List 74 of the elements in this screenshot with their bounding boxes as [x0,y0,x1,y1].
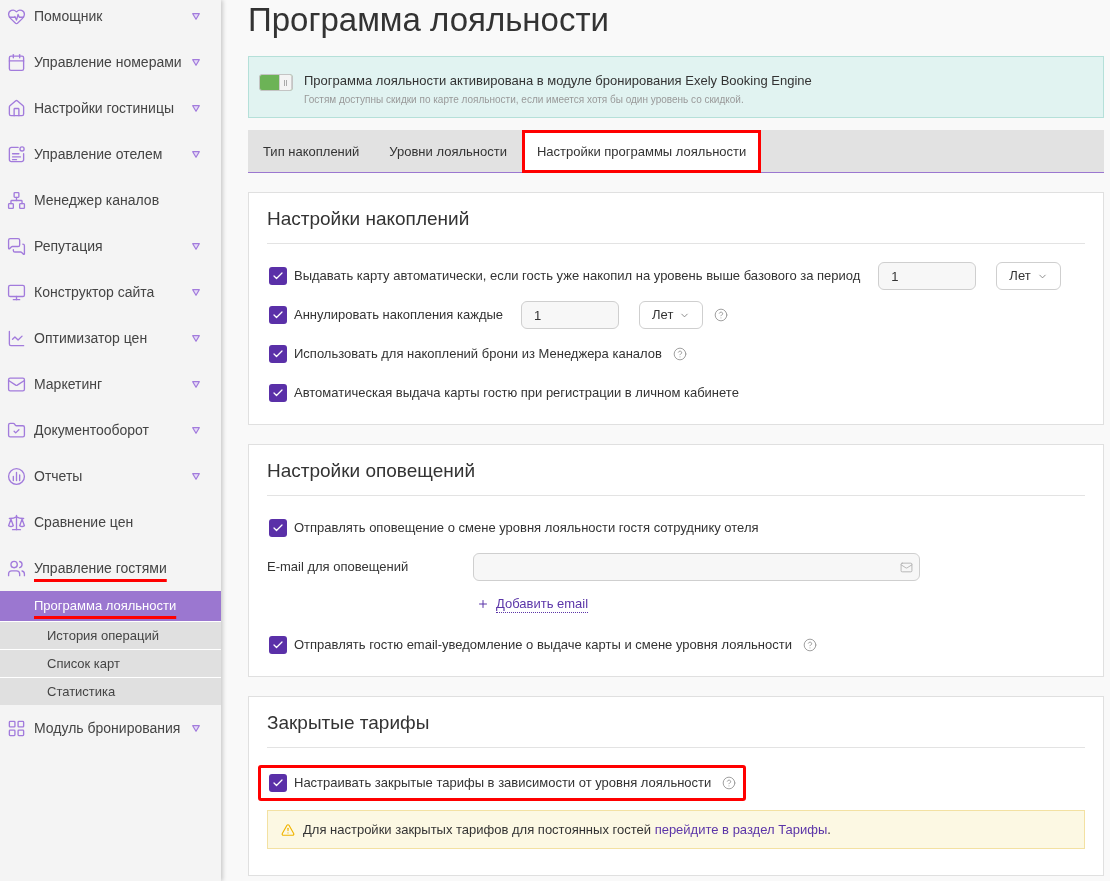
grid-icon [7,718,26,738]
banner-title: Программа лояльности активирована в модуле бронирования Exely Booking Engine [304,72,812,90]
sidebar-item[interactable]: Управление отелем [0,131,221,177]
sidebar-item[interactable]: Помощник [0,0,221,39]
tab[interactable]: Уровни лояльности [374,130,522,173]
sidebar-item[interactable]: Оптимизатор цен [0,315,221,361]
sidebar-item[interactable]: Репутация [0,223,221,269]
checkbox[interactable] [269,306,287,324]
email-field[interactable] [473,553,920,581]
check-icon [272,522,284,534]
sidebar-subitem[interactable]: Статистика [0,677,221,705]
clipboard-icon [7,144,26,164]
check-icon [272,639,284,651]
checkbox-label: Настраивать закрытые тарифы в зависимости от уровня лояльности [294,774,712,793]
warning-icon [281,822,295,837]
sitemap-icon [7,190,26,210]
checkbox[interactable] [269,267,287,285]
checkbox-label: Выдавать карту автоматически, если гость уже накопил на уровень выше базового за период [294,267,861,286]
checkbox[interactable] [269,636,287,654]
sidebar-item[interactable]: Модуль бронирования [0,705,221,751]
bar-chart-circle-icon [7,466,26,486]
checkbox-label: Отправлять оповещение о смене уровня лояльности гостя сотруднику отеля [294,519,759,538]
warning-text: Для настройки закрытых тарифов для постоянных гостей перейдите в раздел Тарифы. [303,820,831,839]
sidebar-subitem[interactable]: Список карт [0,649,221,677]
house-icon [7,98,26,118]
check-icon [272,270,284,282]
checkbox-label: Использовать для накоплений брони из Менеджера каналов [294,345,662,364]
sidebar-item[interactable]: Сравнение цен [0,499,221,545]
line-chart-icon [7,328,26,348]
tab[interactable]: Настройки программы лояльности [521,130,762,173]
checkbox[interactable] [269,345,287,363]
calendar-icon [7,52,26,72]
plus-icon [477,598,489,610]
sidebar-subitem[interactable]: История операций [0,621,221,649]
toggle-switch[interactable] [259,74,293,91]
folder-check-icon [7,420,26,440]
checkbox[interactable] [269,384,287,402]
sidebar-item[interactable]: Отчеты [0,453,221,499]
section-title: Настройки оповещений [267,445,1085,496]
mail-icon [900,560,913,574]
banner-note: Гостям доступны скидки по карте лояльности, если имеется хотя бы один уровень со скидкой. [304,93,745,106]
unit-select[interactable]: Лет [639,301,704,329]
envelope-icon [7,374,26,394]
users-icon [7,558,26,578]
scales-icon [7,512,26,532]
email-label: E-mail для оповещений [267,558,410,577]
tab[interactable]: Тип накоплений [248,130,375,173]
number-field[interactable]: 1 [878,262,977,290]
checkbox-label: Автоматическая выдача карты гостю при регистрации в личном кабинете [294,384,739,403]
unit-select[interactable]: Лет [996,262,1061,290]
sidebar-item[interactable]: Настройки гостиницы [0,85,221,131]
sidebar-item[interactable]: Конструктор сайта [0,269,221,315]
sidebar-item[interactable]: Управление номерами [0,39,221,85]
section-title: Настройки накоплений [267,193,1085,244]
check-icon [272,387,284,399]
monitor-icon [7,282,26,302]
sidebar-item[interactable]: Документооборот [0,407,221,453]
sidebar-item[interactable]: Маркетинг [0,361,221,407]
sidebar-item[interactable]: Управление гостями [0,545,221,591]
check-icon [272,348,284,360]
sidebar-item[interactable]: Менеджер каналов [0,177,221,223]
checkbox-label: Аннулировать накопления каждые [294,306,504,325]
sidebar-subitem[interactable]: Программа лояльности [0,591,221,621]
number-field[interactable]: 1 [521,301,620,329]
check-icon [272,777,284,789]
chat-bubbles-icon [7,236,26,256]
heart-pulse-icon [7,6,26,26]
check-icon [272,309,284,321]
checkbox[interactable] [269,519,287,537]
checkbox-label: Отправлять гостю email-уведомление о выдаче карты и смене уровня лояльности [294,636,792,655]
checkbox[interactable] [269,774,287,792]
add-email-link[interactable]: Добавить email [477,593,589,615]
section-title: Закрытые тарифы [267,697,1085,748]
page-title: Программа лояльности [248,0,610,40]
